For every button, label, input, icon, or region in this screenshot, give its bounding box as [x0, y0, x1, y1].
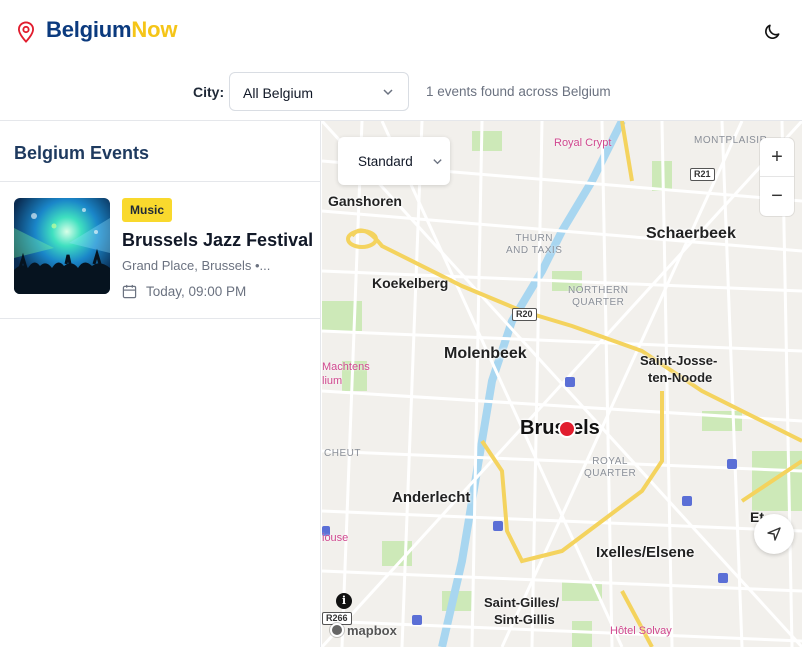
calendar-icon: [122, 284, 137, 299]
map-label-saint-gilles-2: Sint-Gillis: [494, 612, 555, 627]
map-info-button[interactable]: i: [336, 593, 352, 609]
chevron-down-icon: [383, 89, 393, 96]
event-location: Grand Place, Brussels •...: [122, 258, 271, 273]
map-road-r20: R20: [512, 308, 537, 321]
mapbox-attribution: mapbox: [347, 622, 397, 638]
category-badge: Music: [122, 198, 173, 222]
map-road-r21: R21: [690, 168, 715, 181]
brand-name-part2: Now: [131, 17, 178, 42]
map-view[interactable]: Royal Crypt MONTPLAISIR R21 Ganshoren Sc…: [322, 121, 802, 647]
map-label-schaerbeek: Schaerbeek: [646, 225, 736, 242]
events-sidebar: Belgium Events Music Brussels Jazz Festi…: [0, 121, 321, 647]
event-thumbnail: [14, 198, 110, 294]
city-label: City:: [193, 84, 225, 100]
map-label-cheut: CHEUT: [324, 448, 361, 459]
map-label-ixelles: Ixelles/Elsene: [596, 544, 695, 561]
map-label-northern-2: QUARTER: [572, 297, 625, 308]
map-label-machtens-2: lium: [322, 375, 343, 387]
map-label-thurn-2: AND TAXIS: [506, 245, 563, 256]
app-header: BelgiumNow: [0, 0, 802, 64]
brand-logo[interactable]: BelgiumNow: [46, 17, 177, 43]
map-label-ganshoren: Ganshoren: [328, 193, 402, 209]
zoom-control: + −: [760, 138, 794, 216]
map-label-saint-josse-2: ten-Noode: [648, 370, 713, 385]
event-title: Brussels Jazz Festival: [122, 230, 314, 250]
map-label-saint-gilles-1: Saint-Gilles/: [484, 595, 560, 610]
sidebar-title: Belgium Events: [14, 143, 150, 163]
map-pin-icon: [17, 21, 35, 43]
events-count: 1 events found across Belgium: [426, 84, 611, 99]
map-label-royal-2: QUARTER: [584, 468, 637, 479]
zoom-out-button[interactable]: −: [760, 177, 794, 216]
map-label-hotel-solvay: Hôtel Solvay: [610, 625, 672, 637]
map-label-house: iouse: [322, 532, 349, 544]
moon-icon[interactable]: [762, 22, 782, 42]
event-marker[interactable]: [558, 420, 576, 438]
map-label-thurn-taxis: THURN AND TAXIS: [506, 233, 562, 257]
map-label-brussels-part2: els: [572, 417, 600, 439]
mapbox-logo[interactable]: mapbox: [330, 621, 397, 639]
map-label-montplaisir: MONTPLAISIR: [694, 135, 768, 146]
map-label-anderlecht: Anderlecht: [392, 489, 471, 506]
map-style-select[interactable]: Standard: [338, 137, 450, 185]
brand-name-part1: Belgium: [46, 17, 132, 42]
map-label-molenbeek: Molenbeek: [444, 345, 527, 362]
chevron-down-icon: [433, 159, 442, 165]
event-time: Today, 09:00 PM: [146, 284, 247, 299]
zoom-in-button[interactable]: +: [760, 138, 794, 177]
mapbox-logo-icon: [330, 623, 344, 637]
map-label-royal-crypt: Royal Crypt: [554, 137, 612, 149]
city-select[interactable]: All Belgium: [229, 72, 409, 111]
map-label-thurn-1: THURN: [515, 233, 553, 244]
map-label-northern-quarter: NORTHERN QUARTER: [568, 285, 628, 309]
map-label-royal-1: ROYAL: [592, 456, 628, 467]
navigation-arrow-icon: [767, 527, 781, 541]
map-label-koekelberg: Koekelberg: [372, 275, 449, 291]
map-style-value: Standard: [358, 154, 413, 169]
map-label-machtens-1: Machtens: [322, 361, 370, 373]
event-card[interactable]: Music Brussels Jazz Festival Grand Place…: [0, 182, 321, 319]
map-label-royal-quarter: ROYAL QUARTER: [584, 456, 636, 480]
locate-button[interactable]: [754, 514, 794, 554]
map-label-northern-1: NORTHERN: [568, 285, 629, 296]
map-label-saint-josse-1: Saint-Josse-: [640, 353, 718, 368]
city-select-value: All Belgium: [243, 85, 314, 101]
